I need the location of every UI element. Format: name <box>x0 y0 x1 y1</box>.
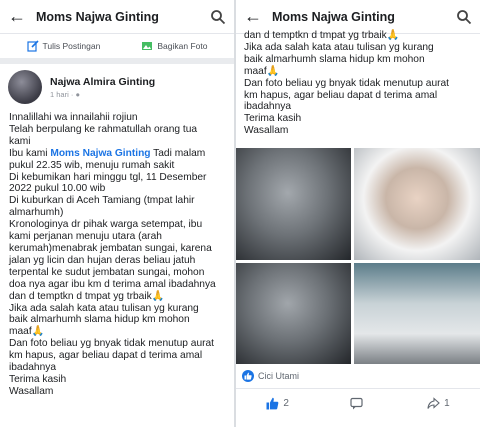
post-line: kerumah)menabrak jembatan sungai, karena <box>9 242 212 254</box>
edit-icon <box>26 40 39 52</box>
author-name[interactable]: Najwa Almira Ginting <box>50 76 155 88</box>
mention-link[interactable]: Moms Najwa Ginting <box>50 148 150 159</box>
post-time-text: 1 hari <box>50 89 69 99</box>
post-line: kami perjanan menuju utara (arah <box>9 231 162 243</box>
comment-button[interactable] <box>349 397 367 410</box>
mention-suffix: Tadi malam <box>150 147 206 159</box>
post-line: dan d temptkn d tmpat yg trbaik🙏 <box>9 290 165 302</box>
photo-icon <box>142 42 153 50</box>
like-count: 2 <box>283 398 289 409</box>
share-button[interactable]: 1 <box>427 397 450 410</box>
like-reaction-icon <box>242 370 254 382</box>
write-post-button[interactable]: Tulis Postingan <box>26 40 101 52</box>
post-footer: 2 1 <box>236 388 480 418</box>
post-body-continued: dan d temptkn d tmpat yg trbaik🙏 Jika ada… <box>236 30 480 137</box>
photo-3[interactable] <box>236 263 351 364</box>
post-line: 2022 pukul 10.00 wib <box>9 183 106 195</box>
post-line: baik almarhumh slama hidup km mohon <box>244 53 425 65</box>
post-line: Jika ada salah kata atau tulisan yg kura… <box>244 41 434 53</box>
top-bar: ← Moms Najwa Ginting <box>0 0 234 34</box>
reactor-name: Cici Utami <box>258 371 300 381</box>
post-line: doa nya agar ibu km d terima amal ibadah… <box>9 278 216 290</box>
search-icon[interactable] <box>456 9 472 25</box>
right-screen: ← Moms Najwa Ginting dan d temptkn d tmp… <box>236 0 480 427</box>
back-arrow-icon[interactable]: ← <box>8 6 30 27</box>
post-line: baik almarhumh slama hidup km mohon <box>9 314 190 326</box>
post-time: 1 hari · ● <box>50 89 80 99</box>
post-line: ibadahnya <box>244 101 292 113</box>
post-line: km hapus, agar beliau dapat d terima ama… <box>244 89 438 101</box>
post-line: Dan foto beliau yg bnyak tidak menutup a… <box>244 77 450 89</box>
avatar[interactable] <box>8 70 42 104</box>
search-icon[interactable] <box>210 9 226 25</box>
photo-grid[interactable] <box>236 148 480 364</box>
post-line: Innalillahi wa innailahii rojiun <box>9 112 138 123</box>
post-author: Najwa Almira Ginting 1 hari · ● <box>0 64 234 108</box>
thumbs-up-icon <box>266 397 279 410</box>
post-line: maaf🙏 <box>244 65 280 77</box>
comment-icon <box>349 397 363 410</box>
post-line: Telah berpulang ke rahmatullah orang tua <box>9 123 198 135</box>
mention-prefix: Ibu kami <box>9 147 51 159</box>
write-post-label: Tulis Postingan <box>42 41 101 51</box>
share-photo-button[interactable]: Bagikan Foto <box>141 40 207 52</box>
share-photo-label: Bagikan Foto <box>157 41 208 51</box>
share-icon <box>427 397 440 409</box>
post-line: Di kebumikan hari minggu tgl, 11 Desembe… <box>9 171 207 183</box>
photo-4[interactable] <box>354 263 480 364</box>
share-count: 1 <box>444 398 450 409</box>
post-line: terpental ke sudut jembatan sungai, moho… <box>9 266 205 278</box>
photo-1[interactable] <box>236 148 351 260</box>
post-body: Innalillahi wa innailahii rojiun Telah be… <box>0 108 234 398</box>
page-title: Moms Najwa Ginting <box>272 9 395 24</box>
globe-icon: ● <box>75 89 80 99</box>
post-line: jalan yg licin dan hujan deras beliau ja… <box>9 254 196 266</box>
post-line: Ibu kami Moms Najwa Ginting Tadi malam <box>9 148 225 160</box>
like-button[interactable]: 2 <box>266 397 289 410</box>
post-line: Di kuburkan di Aceh Tamiang (tmpat lahir <box>9 195 195 207</box>
post-line: almarhumh) <box>9 207 64 219</box>
post-line: Dan foto beliau yg bnyak tidak menutup a… <box>9 338 215 350</box>
post-line: dan d temptkn d tmpat yg trbaik🙏 <box>244 30 400 41</box>
post-line: ibadahnya <box>9 362 57 374</box>
page-title: Moms Najwa Ginting <box>36 9 159 24</box>
composer-actions: Tulis Postingan Bagikan Foto <box>0 34 234 64</box>
post-line: Terima kasih <box>244 113 302 125</box>
post-line: Terima kasih <box>9 373 67 385</box>
post-line: kami <box>9 135 31 147</box>
reaction-summary[interactable]: Cici Utami <box>242 370 299 382</box>
post-line: Wasallam <box>244 125 289 137</box>
post-line: Kronologinya dr pihak warga setempat, ib… <box>9 219 203 231</box>
top-bar: ← Moms Najwa Ginting <box>236 0 480 34</box>
left-screen: ← Moms Najwa Ginting Tulis Postingan Bag… <box>0 0 235 427</box>
photo-2[interactable] <box>354 148 480 260</box>
post-line: Wasallam <box>9 385 54 397</box>
author-meta: Najwa Almira Ginting 1 hari · ● <box>50 76 155 99</box>
post-line: pukul 22.35 wib, menuju rumah sakit <box>9 159 175 171</box>
post-line: Jika ada salah kata atau tulisan yg kura… <box>9 302 199 314</box>
post-line: maaf🙏 <box>9 326 45 338</box>
post-line: km hapus, agar beliau dapat d terima ama… <box>9 350 203 362</box>
back-arrow-icon[interactable]: ← <box>244 6 266 27</box>
